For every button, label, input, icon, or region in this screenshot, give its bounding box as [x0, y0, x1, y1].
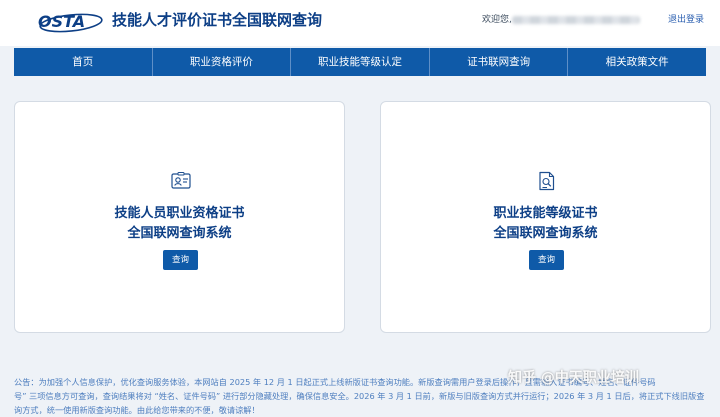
welcome-text: 欢迎您,	[482, 15, 512, 25]
qualification-certificate-card: 技能人员职业资格证书 全国联网查询系统 查询	[14, 101, 345, 333]
document-search-icon	[539, 171, 555, 191]
nav-item-skill-level-certification[interactable]: 职业技能等级认定	[291, 48, 430, 76]
site-header: OSTA 技能人才评价证书全国联网查询 欢迎您, 退出登录	[0, 0, 720, 46]
card-title-line2: 全国联网查询系统	[493, 226, 598, 241]
site-title: 技能人才评价证书全国联网查询	[112, 11, 323, 29]
logo-text: OSTA	[38, 12, 86, 31]
card-title-line1: 技能人员职业资格证书	[114, 206, 245, 221]
qualification-query-button[interactable]: 查询	[163, 250, 198, 270]
announcement-line: 询方式，统一使用新版查询功能。由此给您带来的不便，敬请谅解！	[14, 405, 260, 415]
logout-link[interactable]: 退出登录	[668, 13, 704, 27]
skill-level-certificate-card: 职业技能等级证书 全国联网查询系统 查询	[380, 101, 711, 333]
main-nav: 首页 职业资格评价 职业技能等级认定 证书联网查询 相关政策文件	[14, 48, 706, 76]
nav-item-home[interactable]: 首页	[14, 48, 153, 76]
announcement-line: 号” 三项信息方可查询，查询结果将对 “姓名、证件号码” 进行部分隐藏处理，确保…	[14, 391, 705, 401]
nav-item-qualification-evaluation[interactable]: 职业资格评价	[153, 48, 292, 76]
zhihu-watermark: 知乎 @中天职业培训	[508, 370, 639, 386]
nav-item-policy-documents[interactable]: 相关政策文件	[568, 48, 706, 76]
skill-level-query-button[interactable]: 查询	[529, 250, 564, 270]
osta-logo: OSTA	[38, 11, 104, 33]
card-title-line2: 全国联网查询系统	[127, 226, 232, 241]
certificate-icon	[171, 172, 191, 189]
card-title-line1: 职业技能等级证书	[493, 206, 598, 221]
username-redacted	[512, 16, 640, 24]
nav-item-certificate-query[interactable]: 证书联网查询	[430, 48, 569, 76]
